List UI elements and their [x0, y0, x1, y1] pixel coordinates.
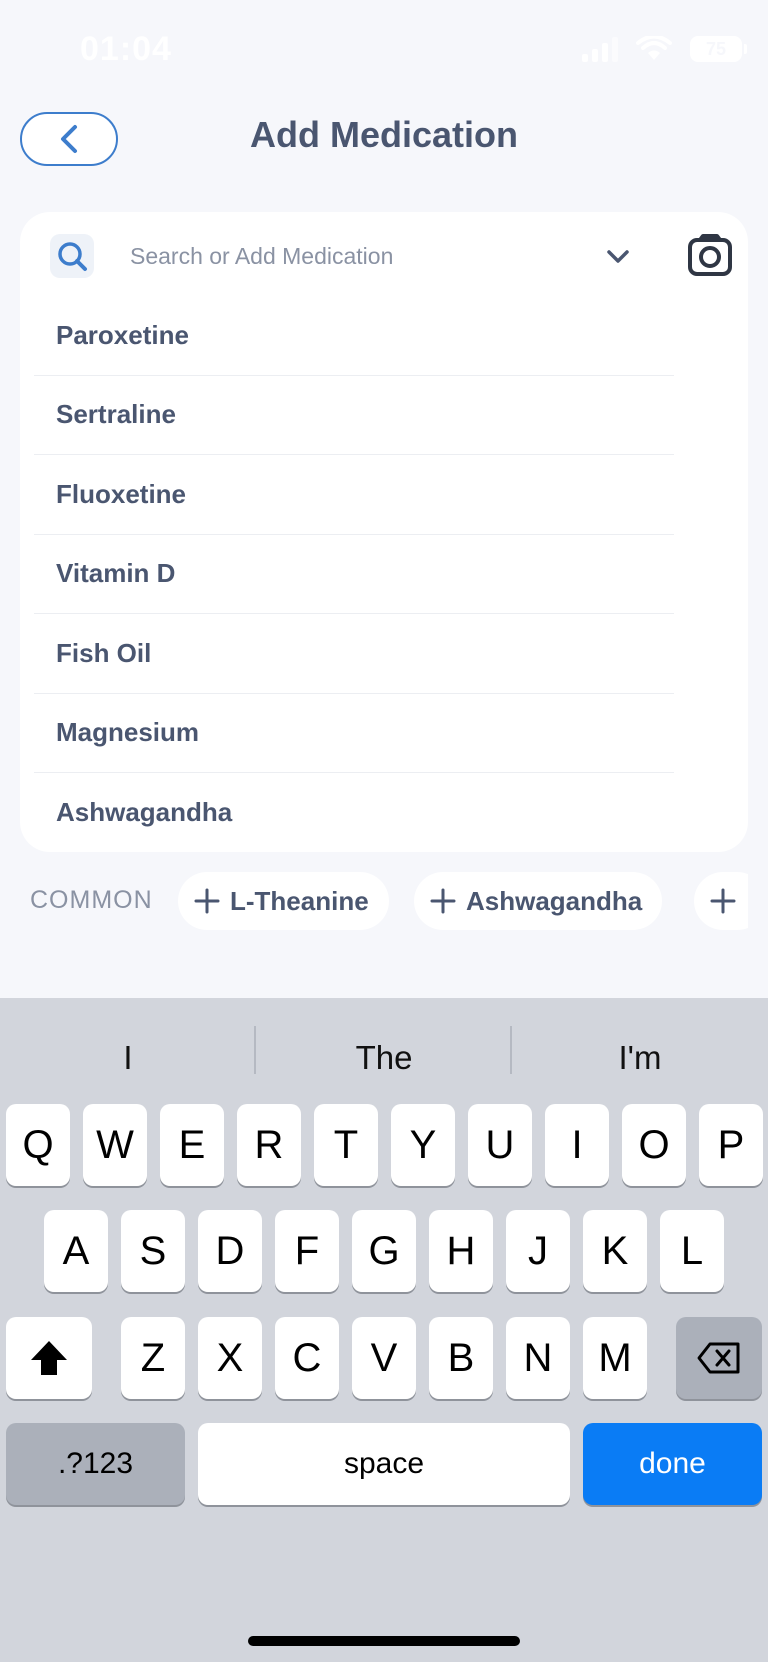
- key-q[interactable]: Q: [6, 1104, 70, 1186]
- list-item[interactable]: Fish Oil: [34, 614, 674, 694]
- battery-level: 75: [705, 38, 727, 59]
- key-y[interactable]: Y: [391, 1104, 455, 1186]
- keyboard-suggestion[interactable]: I'm: [512, 1018, 768, 1098]
- common-chip[interactable]: [694, 872, 748, 930]
- list-item[interactable]: Sertraline: [34, 376, 674, 455]
- key-j[interactable]: J: [506, 1210, 570, 1292]
- plus-icon: [710, 888, 736, 914]
- backspace-icon: [697, 1342, 740, 1374]
- chip-label: Ashwagandha: [466, 885, 643, 916]
- key-i[interactable]: I: [545, 1104, 609, 1186]
- key-w[interactable]: W: [83, 1104, 147, 1186]
- key-o[interactable]: O: [622, 1104, 686, 1186]
- keyboard-suggestion[interactable]: I: [0, 1018, 256, 1098]
- status-bar: 01:04 75: [0, 0, 768, 100]
- key-n[interactable]: N: [506, 1317, 570, 1399]
- key-e[interactable]: E: [160, 1104, 224, 1186]
- numbers-key[interactable]: .?123: [6, 1423, 185, 1505]
- chip-label: L-Theanine: [230, 885, 369, 916]
- common-chip[interactable]: L-Theanine: [178, 872, 389, 930]
- done-key[interactable]: done: [583, 1423, 762, 1505]
- common-label: COMMON: [30, 886, 153, 914]
- medication-search-card: Paroxetine Sertraline Fluoxetine Vitamin…: [20, 212, 748, 852]
- key-b[interactable]: B: [429, 1317, 493, 1399]
- medication-results-list: Paroxetine Sertraline Fluoxetine Vitamin…: [34, 296, 674, 853]
- key-h[interactable]: H: [429, 1210, 493, 1292]
- status-time: 01:04: [80, 30, 172, 68]
- key-k[interactable]: K: [583, 1210, 647, 1292]
- key-g[interactable]: G: [352, 1210, 416, 1292]
- key-l[interactable]: L: [660, 1210, 724, 1292]
- key-t[interactable]: T: [314, 1104, 378, 1186]
- status-icons: 75: [582, 36, 747, 62]
- list-item[interactable]: Fluoxetine: [34, 455, 674, 535]
- key-r[interactable]: R: [237, 1104, 301, 1186]
- common-chip[interactable]: Ashwagandha: [414, 872, 663, 930]
- backspace-key[interactable]: [676, 1317, 762, 1399]
- common-medications-row: COMMON L-Theanine Ashwagandha: [0, 872, 748, 932]
- list-item[interactable]: Vitamin D: [34, 535, 674, 614]
- wifi-icon: [636, 36, 672, 60]
- back-button[interactable]: [20, 112, 118, 166]
- key-f[interactable]: F: [275, 1210, 339, 1292]
- keyboard-suggestion[interactable]: The: [256, 1018, 512, 1098]
- key-z[interactable]: Z: [121, 1317, 185, 1399]
- shift-icon: [31, 1341, 67, 1375]
- list-item[interactable]: Paroxetine: [34, 296, 674, 376]
- medication-search-input[interactable]: [130, 232, 580, 280]
- key-x[interactable]: X: [198, 1317, 262, 1399]
- search-icon: [58, 242, 87, 271]
- plus-icon: [194, 888, 220, 914]
- key-v[interactable]: V: [352, 1317, 416, 1399]
- key-d[interactable]: D: [198, 1210, 262, 1292]
- keyboard: I The I'm Q W E R T Y U I O P A S D F G …: [0, 998, 768, 1662]
- key-p[interactable]: P: [699, 1104, 763, 1186]
- search-icon-container: [50, 234, 94, 278]
- key-s[interactable]: S: [121, 1210, 185, 1292]
- key-u[interactable]: U: [468, 1104, 532, 1186]
- home-indicator: [248, 1636, 520, 1646]
- cellular-signal-icon: [582, 36, 618, 62]
- key-m[interactable]: M: [583, 1317, 647, 1399]
- list-item[interactable]: Ashwagandha: [34, 773, 674, 853]
- key-a[interactable]: A: [44, 1210, 108, 1292]
- key-c[interactable]: C: [275, 1317, 339, 1399]
- chevron-left-icon: [61, 125, 77, 153]
- space-key[interactable]: space: [198, 1423, 570, 1505]
- battery-icon: 75: [690, 36, 747, 62]
- shift-key[interactable]: [6, 1317, 92, 1399]
- list-item[interactable]: Magnesium: [34, 694, 674, 773]
- camera-icon[interactable]: [686, 232, 734, 280]
- chevron-down-icon[interactable]: [604, 242, 632, 270]
- plus-icon: [430, 888, 456, 914]
